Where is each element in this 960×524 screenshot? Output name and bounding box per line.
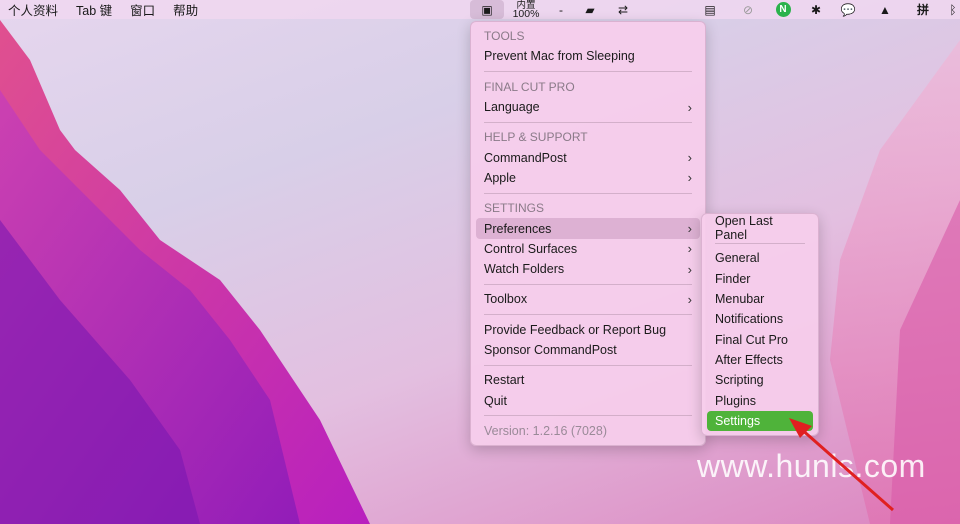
red-arrow-annotation [789,418,894,512]
